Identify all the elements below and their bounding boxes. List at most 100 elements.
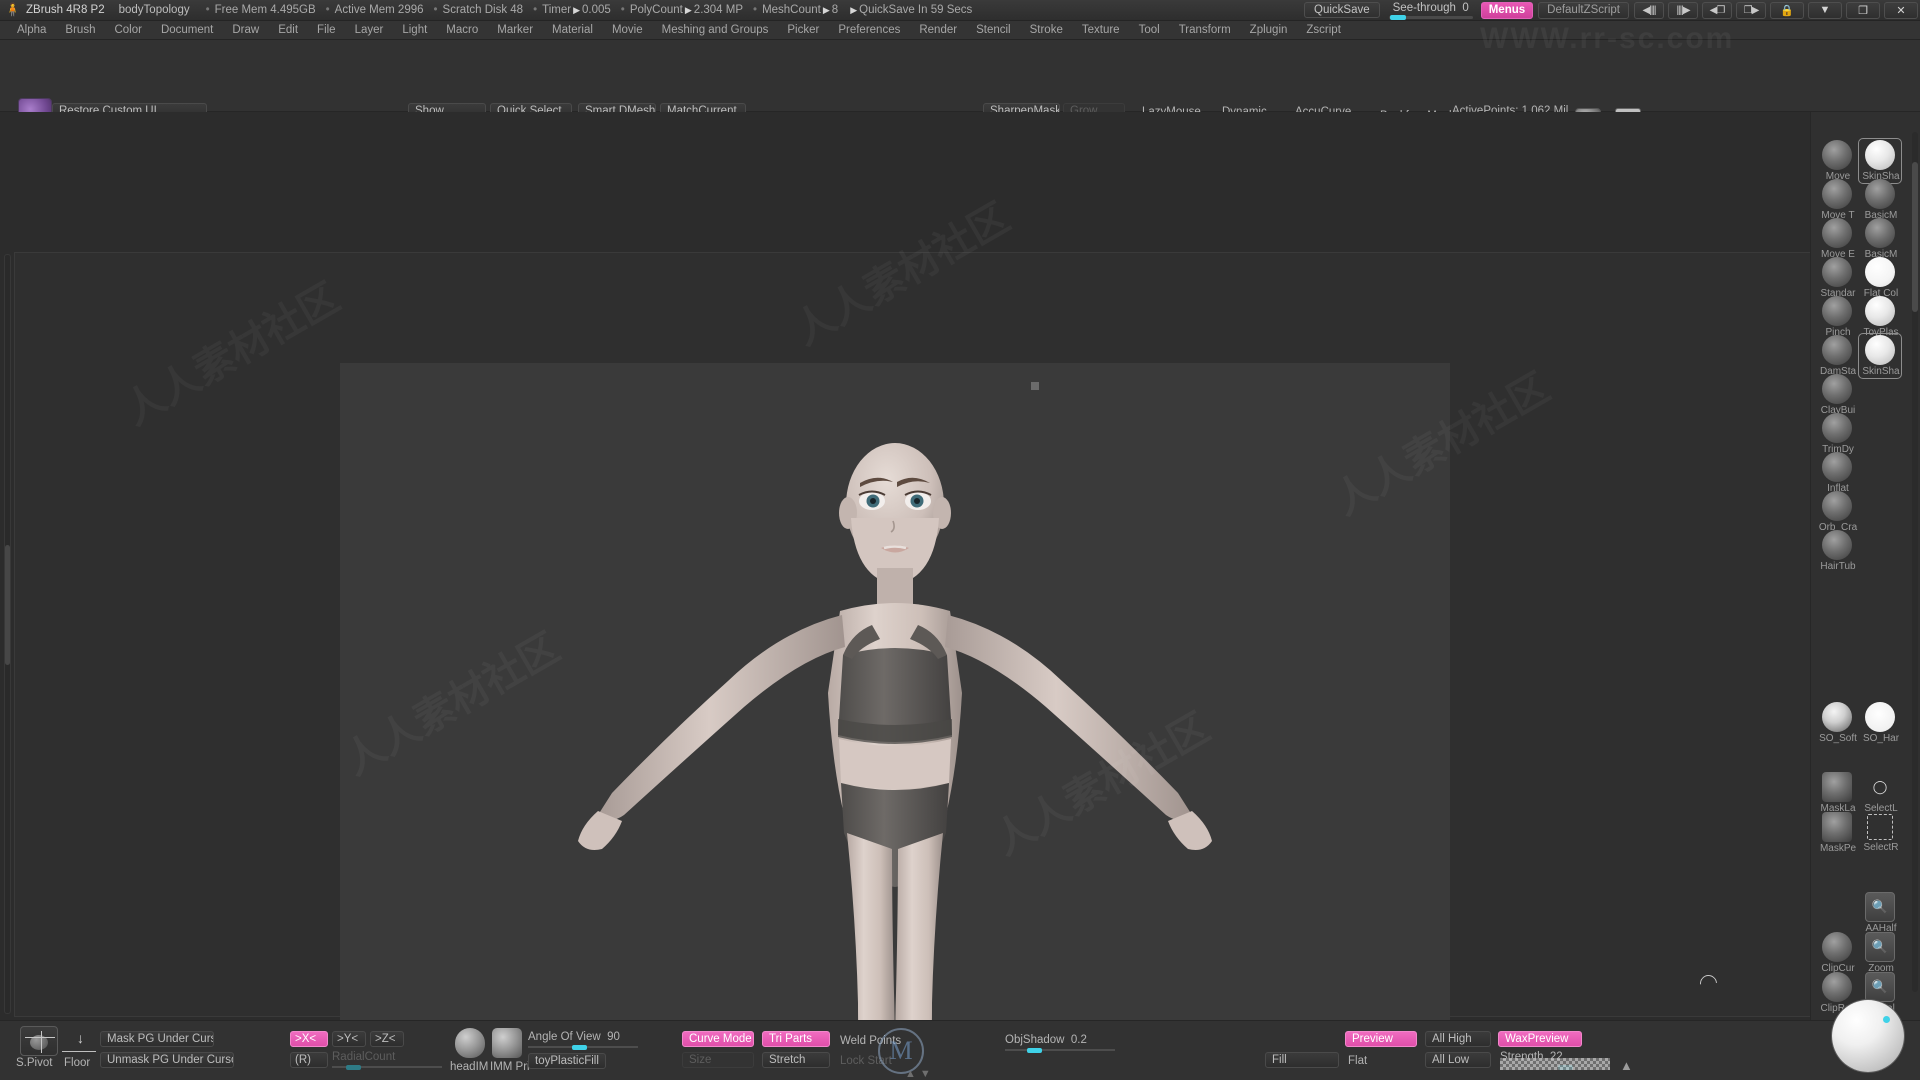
menu-draw[interactable]: Draw <box>223 23 268 37</box>
axis-x-button[interactable]: >X< <box>290 1031 328 1047</box>
menu-texture[interactable]: Texture <box>1073 23 1129 37</box>
menu-meshing-and-groups[interactable]: Meshing and Groups <box>653 23 778 37</box>
left-scrollbar[interactable] <box>4 254 11 1014</box>
axis-y-button[interactable]: >Y< <box>332 1031 366 1047</box>
brush-hair-tubes[interactable]: HairTub <box>1817 530 1857 572</box>
zoom-aahalf[interactable]: 🔍 AAHalf <box>1860 892 1900 934</box>
shelf-up-arrow-icon[interactable]: ▲ <box>1620 1058 1633 1073</box>
axis-z-button[interactable]: >Z< <box>370 1031 404 1047</box>
menu-movie[interactable]: Movie <box>603 23 652 37</box>
stat-polycount[interactable]: • PolyCount ▶ 2.304 MP <box>621 4 753 16</box>
stat-timer[interactable]: • Timer ▶ 0.005 <box>533 4 621 16</box>
mask-lasso[interactable]: MaskLa <box>1817 772 1857 814</box>
minimize-icon[interactable]: ▼ <box>1808 1 1842 19</box>
material-toy-plastic[interactable]: ToyPlas <box>1860 296 1900 338</box>
menu-stencil[interactable]: Stencil <box>967 23 1020 37</box>
scroll-right-icon[interactable]: ||||▶ <box>1668 1 1698 19</box>
menu-macro[interactable]: Macro <box>437 23 487 37</box>
all-low-button[interactable]: All Low <box>1425 1052 1491 1068</box>
menu-render[interactable]: Render <box>910 23 966 37</box>
menu-edit[interactable]: Edit <box>269 23 307 37</box>
wax-preview-button[interactable]: WaxPreview <box>1498 1031 1582 1047</box>
tri-parts-button[interactable]: Tri Parts <box>762 1031 830 1047</box>
brush-pinch[interactable]: Pinch <box>1817 296 1857 338</box>
zoom-button[interactable]: 🔍 Zoom <box>1860 932 1900 974</box>
shelf-expand-arrows[interactable]: ▲▼ <box>905 1068 935 1080</box>
right-rail-scrollbar[interactable] <box>1912 132 1918 992</box>
headim-thumbnail[interactable] <box>455 1028 485 1058</box>
menu-brush[interactable]: Brush <box>56 23 104 37</box>
menus-button[interactable]: Menus <box>1480 1 1534 19</box>
menu-preferences[interactable]: Preferences <box>829 23 909 37</box>
menu-alpha[interactable]: Alpha <box>8 23 55 37</box>
clip-curve[interactable]: ClipCur <box>1817 932 1857 974</box>
quicksave-button[interactable]: QuickSave <box>1304 2 1380 18</box>
mask-pg-under-cursor-button[interactable]: Mask PG Under Cursor <box>100 1031 214 1047</box>
restore-icon[interactable]: ❐ <box>1846 1 1880 19</box>
stretch-button[interactable]: Stretch <box>762 1052 830 1068</box>
material-skin-shade-top[interactable]: SkinSha <box>1858 138 1902 184</box>
menu-zscript[interactable]: Zscript <box>1297 23 1350 37</box>
obj-shadow-slider[interactable]: ObjShadow 0.2 <box>1005 1034 1115 1053</box>
obj-shadow-knob[interactable] <box>1027 1048 1042 1053</box>
tile-prev-icon[interactable]: ◀❐ <box>1702 1 1732 19</box>
size-button[interactable]: Size <box>682 1052 754 1068</box>
menu-file[interactable]: File <box>308 23 345 37</box>
material-flat-color[interactable]: Flat Col <box>1860 257 1900 299</box>
floor-button[interactable]: ↓ <box>62 1029 96 1055</box>
mask-pen[interactable]: MaskPe <box>1817 812 1857 854</box>
sculpt-model-female-body[interactable] <box>340 363 1450 1080</box>
right-rail-scrollbar-thumb[interactable] <box>1912 162 1918 312</box>
s-pivot-button[interactable] <box>20 1026 58 1056</box>
material-basic-2[interactable]: BasicM <box>1860 218 1900 260</box>
brush-standard[interactable]: Standar <box>1817 257 1857 299</box>
document-canvas[interactable] <box>14 252 1814 1080</box>
radial-count-slider[interactable]: RadialCount <box>332 1051 442 1070</box>
navigation-sphere[interactable] <box>1832 1000 1904 1072</box>
menu-layer[interactable]: Layer <box>346 23 393 37</box>
zscript-button[interactable]: DefaultZScript <box>1538 1 1629 19</box>
toy-plastic-fill-button[interactable]: toyPlasticFill <box>528 1053 606 1069</box>
brush-orb-cracks[interactable]: Orb_Cra <box>1817 491 1857 533</box>
brush-move-elastic[interactable]: Move E <box>1817 218 1857 260</box>
angle-of-view-slider[interactable]: Angle Of View 90 <box>528 1031 638 1050</box>
stroke-so-soft[interactable]: SO_Soft <box>1817 702 1857 744</box>
brush-dam-standard[interactable]: DamSta <box>1817 335 1857 377</box>
material-skin-shade-selected[interactable]: SkinSha <box>1858 333 1902 379</box>
menu-marker[interactable]: Marker <box>488 23 542 37</box>
flat-label[interactable]: Flat <box>1348 1055 1367 1067</box>
menu-light[interactable]: Light <box>393 23 436 37</box>
unmask-pg-under-cursor-button[interactable]: Unmask PG Under Cursor <box>100 1052 234 1068</box>
brush-move-topological[interactable]: Move T <box>1817 179 1857 221</box>
select-rect[interactable]: SelectR <box>1860 812 1900 853</box>
menu-stroke[interactable]: Stroke <box>1021 23 1072 37</box>
menu-document[interactable]: Document <box>152 23 222 37</box>
fill-button[interactable]: Fill <box>1265 1052 1339 1068</box>
menu-material[interactable]: Material <box>543 23 602 37</box>
canvas-top-handle[interactable] <box>1031 382 1039 390</box>
canvas-area[interactable]: 人人素材社区 人人素材社区 人人素材社区 人人素材社区 人人素材社区 <box>0 112 1920 1080</box>
curve-mode-button[interactable]: Curve Mode <box>682 1031 754 1047</box>
tile-next-icon[interactable]: ❐▶ <box>1736 1 1766 19</box>
brush-clay-buildup[interactable]: ClayBui <box>1817 374 1857 416</box>
preview-button[interactable]: Preview <box>1345 1031 1417 1047</box>
lock-icon[interactable]: 🔒 <box>1770 1 1804 19</box>
close-icon[interactable]: ✕ <box>1884 1 1918 19</box>
brush-inflate[interactable]: Inflat <box>1817 452 1857 494</box>
stat-meshcount[interactable]: • MeshCount ▶ 8 <box>753 4 848 16</box>
stroke-so-hard[interactable]: SO_Har <box>1860 702 1900 744</box>
left-scrollbar-thumb[interactable] <box>5 545 10 665</box>
see-through-knob[interactable] <box>1389 14 1406 20</box>
menu-color[interactable]: Color <box>105 23 150 37</box>
scroll-left-icon[interactable]: ◀|||| <box>1634 1 1664 19</box>
brush-trim-dynamic[interactable]: TrimDy <box>1817 413 1857 455</box>
menu-transform[interactable]: Transform <box>1170 23 1240 37</box>
angle-of-view-knob[interactable] <box>572 1045 587 1050</box>
radial-count-knob[interactable] <box>346 1065 361 1070</box>
menu-tool[interactable]: Tool <box>1130 23 1169 37</box>
all-high-button[interactable]: All High <box>1425 1031 1491 1047</box>
menu-picker[interactable]: Picker <box>778 23 828 37</box>
material-basic-1[interactable]: BasicM <box>1860 179 1900 221</box>
see-through-slider[interactable]: See-through 0 <box>1388 2 1473 20</box>
brush-move[interactable]: Move <box>1817 140 1857 182</box>
